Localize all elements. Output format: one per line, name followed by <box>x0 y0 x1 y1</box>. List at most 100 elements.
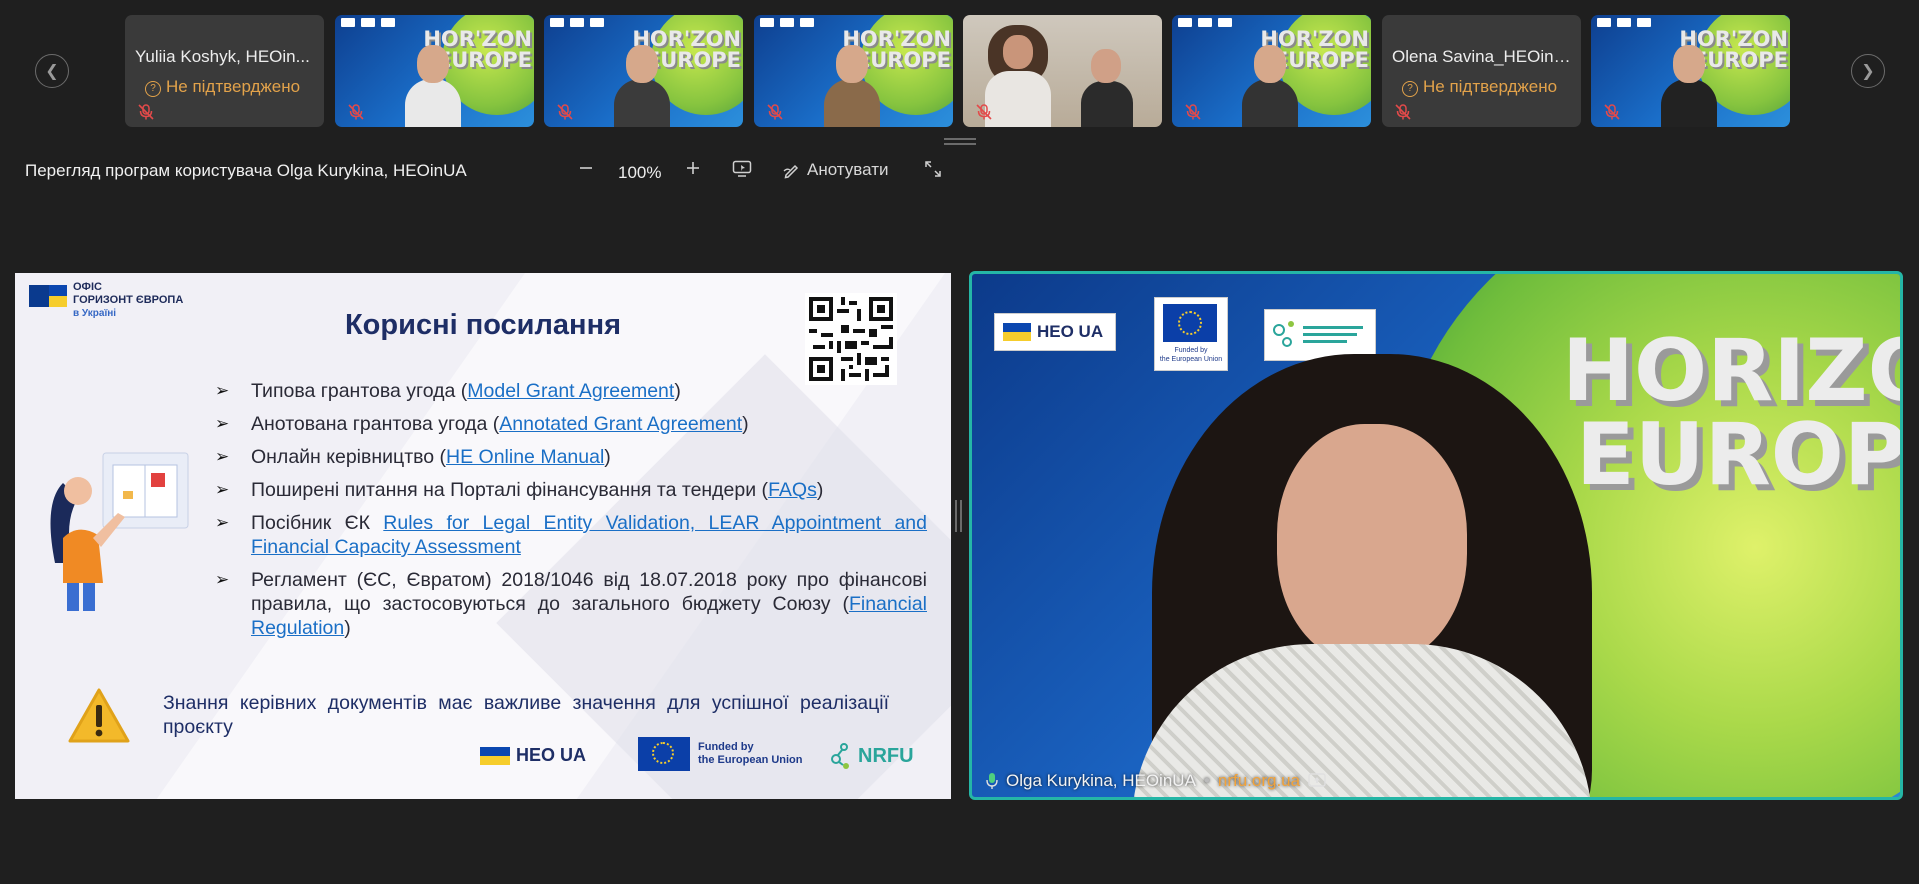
participant-tile[interactable]: Yuliia Koshyk, HEOin... ? Не підтверджено <box>125 15 324 127</box>
mic-muted-icon <box>138 104 154 120</box>
link-list-item: ➢ Типова грантова угода (Model Grant Agre… <box>215 379 927 403</box>
pane-splitter[interactable] <box>955 500 962 532</box>
horizon-europe-backdrop-text: HORIZON EUROPE <box>1562 321 1900 498</box>
link-item-text: Поширені питання на Порталі фінансування… <box>251 479 769 501</box>
mic-muted-icon <box>976 104 992 120</box>
link-list-item: ➢ Анотована грантова угода (Annotated Gra… <box>215 412 927 436</box>
participant-tile[interactable]: HOR'ZON EUROPE <box>1172 15 1371 127</box>
participant-name: Yuliia Koshyk, HEOin... <box>135 47 310 66</box>
participant-tile[interactable]: HOR'ZON EUROPE <box>544 15 743 127</box>
nrfu-text: NRFU <box>858 744 914 767</box>
heo-ua-logo: HEO UA <box>480 745 586 766</box>
link-list-item: ➢ Посібник ЄК Rules for Legal Entity Vali… <box>215 511 927 559</box>
mic-muted-icon <box>1395 104 1411 120</box>
participant-person <box>1091 49 1121 83</box>
nrfu-molecule-icon <box>831 743 849 769</box>
fullscreen-button[interactable] <box>924 160 942 178</box>
participant-tile[interactable]: Olena Savina_HEOinUA? Не підтверджено <box>1382 15 1581 127</box>
participant-person <box>614 45 670 127</box>
resource-link[interactable]: Annotated Grant Agreement <box>499 413 742 435</box>
horizon-text: HORIZON <box>1562 321 1900 421</box>
next-participants-button[interactable]: ❯ <box>1851 54 1885 88</box>
participant-tile[interactable]: HOR'ZON EUROPE <box>335 15 534 127</box>
participant-status: ? Не підтверджено <box>1402 77 1557 97</box>
participant-status: ? Не підтверджено <box>145 77 300 97</box>
eu-funded-line2: the European Union <box>698 754 803 766</box>
separator-dot: • <box>1203 771 1210 790</box>
flag-icon <box>1003 323 1031 341</box>
plus-icon <box>687 162 699 174</box>
zoom-level: 100% <box>618 163 662 182</box>
participant-person <box>1003 35 1033 69</box>
participant-status-text: Не підтверджено <box>1423 77 1558 96</box>
participant-tile[interactable] <box>963 15 1162 127</box>
qr-code[interactable] <box>805 293 897 385</box>
eu-flag-icon <box>638 737 690 771</box>
chevron-left-icon: ❮ <box>45 63 59 80</box>
links-list: ➢ Типова грантова угода (Model Grant Agre… <box>215 379 927 649</box>
zoom-in-button[interactable] <box>685 160 701 176</box>
office-logo-line1: ОФІС <box>73 281 102 293</box>
link-item-text: Посібник ЄК <box>251 512 384 534</box>
expand-icon <box>925 161 941 177</box>
link-item-text: Типова грантова угода ( <box>251 380 468 402</box>
reading-woman-illustration <box>33 443 193 613</box>
link-item-text: Регламент (ЄС, Євратом) 2018/1046 від 18… <box>251 569 927 615</box>
pen-icon <box>783 164 799 179</box>
nrfu-logo: NRFU <box>830 741 914 771</box>
flag-icon <box>480 746 510 765</box>
resource-link[interactable]: Model Grant Agreement <box>467 380 674 402</box>
resource-link[interactable]: FAQs <box>768 479 817 501</box>
arrow-bullet-icon: ➢ <box>215 414 230 433</box>
eu-video-line2: the European Union <box>1159 356 1223 363</box>
minus-icon <box>580 167 592 169</box>
speaker-org: nrfu.org.ua <box>1217 771 1301 790</box>
strip-resize-handle[interactable] <box>944 138 976 145</box>
participant-tile[interactable]: HOR'ZON EUROPE <box>1591 15 1790 127</box>
link-item-text: Анотована грантова угода ( <box>251 413 500 435</box>
link-list-item: ➢ Поширені питання на Порталі фінансуванн… <box>215 478 927 502</box>
eu-ua-flag-icon <box>29 285 67 307</box>
speaker-face <box>1277 424 1467 664</box>
speaker-name-bar: Olga Kurykina, HEOinUA • nrfu.org.ua <box>986 771 1326 791</box>
mic-muted-icon <box>557 104 573 120</box>
video-logos <box>550 18 604 27</box>
arrow-bullet-icon: ➢ <box>215 381 230 400</box>
participant-person <box>1242 45 1298 127</box>
heo-ua-video-logo: HEO UA <box>994 313 1116 351</box>
remote-control-button[interactable] <box>732 160 752 178</box>
video-logos <box>1178 18 1232 27</box>
eu-funded-line1: Funded by <box>698 741 754 753</box>
unverified-icon: ? <box>145 81 161 97</box>
unverified-icon: ? <box>1402 81 1418 97</box>
video-logos <box>760 18 814 27</box>
eu-flag-icon <box>1163 304 1217 342</box>
prev-participants-button[interactable]: ❮ <box>35 54 69 88</box>
video-logos <box>1597 18 1651 27</box>
link-item-suffix: ) <box>604 446 611 468</box>
zoom-out-button[interactable] <box>578 160 594 176</box>
participant-person <box>824 45 880 127</box>
resource-link[interactable]: HE Online Manual <box>446 446 604 468</box>
arrow-bullet-icon: ➢ <box>215 447 230 466</box>
link-list-item: ➢ Регламент (ЄС, Євратом) 2018/1046 від 1… <box>215 568 927 640</box>
mic-on-icon <box>986 773 998 789</box>
link-item-text: Онлайн керівництво ( <box>251 446 447 468</box>
participant-tile[interactable]: HOR'ZON EUROPE <box>754 15 953 127</box>
participant-person <box>985 71 1051 127</box>
warning-text: Знання керівних документів має важливе з… <box>163 692 889 738</box>
participant-person <box>1081 81 1133 127</box>
mic-muted-icon <box>1185 104 1201 120</box>
arrow-bullet-icon: ➢ <box>215 570 230 589</box>
annotate-button[interactable]: Анотувати <box>783 160 889 180</box>
participant-name: Olena Savina_HEOinUA <box>1392 47 1574 66</box>
eu-video-line1: Funded by <box>1174 347 1208 354</box>
shared-slide[interactable]: ОФІС ГОРИЗОНТ ЄВРОПА в Україні Корисні п… <box>15 273 951 799</box>
mic-muted-icon <box>767 104 783 120</box>
active-speaker-video[interactable]: HORIZON EUROPE HEO UA Funded by the Euro… <box>969 271 1903 800</box>
link-item-suffix: ) <box>674 380 681 402</box>
arrow-bullet-icon: ➢ <box>215 480 230 499</box>
chevron-right-icon: ❯ <box>1861 63 1875 80</box>
link-item-suffix: ) <box>344 617 351 639</box>
office-logo-line2: ГОРИЗОНТ ЄВРОПА <box>73 294 184 306</box>
